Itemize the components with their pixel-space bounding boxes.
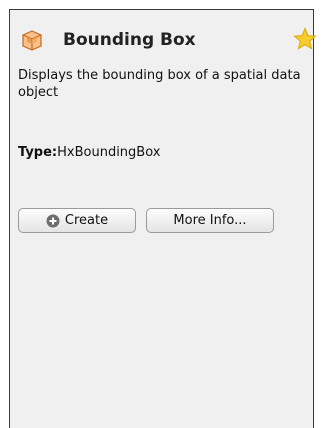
create-button[interactable]: Create <box>18 208 136 233</box>
module-title: Bounding Box <box>63 30 196 50</box>
type-value: HxBoundingBox <box>57 145 161 160</box>
create-button-label: Create <box>64 213 109 228</box>
more-info-button-label: More Info... <box>173 213 247 228</box>
plus-circle-icon <box>46 214 60 228</box>
type-label: Type: <box>18 145 58 160</box>
module-header: Bounding Box <box>10 24 317 56</box>
module-info-panel: Bounding Box Displays the bounding box o… <box>9 9 317 428</box>
bounding-box-cube-icon <box>20 29 44 51</box>
module-description: Displays the bounding box of a spatial d… <box>18 68 301 100</box>
star-icon[interactable] <box>293 27 317 51</box>
more-info-button[interactable]: More Info... <box>146 208 274 233</box>
module-type: Type:HxBoundingBox <box>18 144 160 161</box>
